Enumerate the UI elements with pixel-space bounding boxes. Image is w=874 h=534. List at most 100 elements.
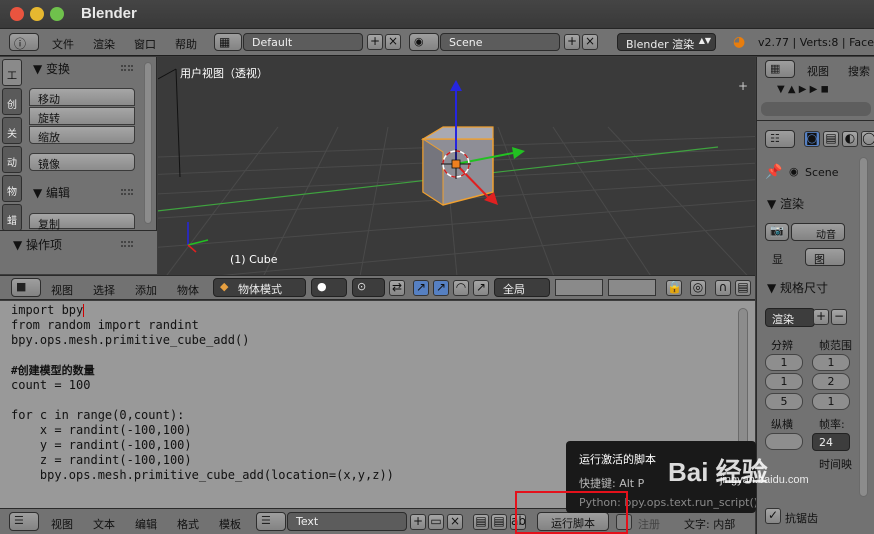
menu-format[interactable]: 格式 (177, 516, 199, 532)
tab-tools[interactable]: 工 (2, 59, 22, 86)
code-block[interactable]: import bpy from random import randint bp… (11, 303, 394, 483)
remove-scene-icon[interactable]: × (582, 34, 598, 50)
screen-layout-field[interactable]: Default (243, 33, 363, 51)
pivot-point-select[interactable]: ⊙ (352, 278, 385, 297)
scene-field[interactable]: Scene (440, 33, 560, 51)
render-image-button[interactable]: 📷 (765, 223, 789, 241)
render-tab-icon[interactable]: ◙ (804, 131, 820, 147)
move-button[interactable]: 移动 (29, 88, 135, 106)
viewport-shading-select[interactable]: ● (311, 278, 347, 297)
3d-viewport[interactable]: 用户视图（透视） (1) Cube + (158, 57, 755, 275)
word-wrap-icon[interactable]: ▤ (491, 514, 507, 530)
proportional-edit-icon[interactable]: ◎ (690, 280, 706, 296)
menu-help[interactable]: 帮助 (175, 36, 197, 52)
render-section-title[interactable]: ▼ 渲染 (767, 195, 804, 212)
render-engine-select[interactable]: Blender 渲染 ▲▼ (617, 33, 716, 51)
text-datablock-selector[interactable]: ☰ (256, 512, 286, 531)
menu-timeline-view[interactable]: 视图 (807, 63, 829, 79)
editor-type-button[interactable]: ⓘ (9, 33, 39, 51)
menu-view[interactable]: 视图 (51, 282, 73, 298)
layer-buttons-2[interactable] (608, 279, 656, 296)
properties-editor-type-button[interactable]: ☷ (765, 130, 795, 148)
menu-edit[interactable]: 编辑 (135, 516, 157, 532)
panel-grip-icon[interactable] (121, 189, 133, 195)
render-animation-button[interactable]: 动音 (791, 223, 845, 241)
frame-step-field[interactable]: 1 (812, 393, 850, 410)
world-tab-icon[interactable]: ◯ (861, 131, 874, 147)
unlink-text-icon[interactable]: × (447, 514, 463, 530)
new-text-icon[interactable]: + (410, 514, 426, 530)
edit-panel-title[interactable]: ▼ 编辑 (33, 184, 70, 201)
menu-render[interactable]: 渲染 (93, 36, 115, 52)
panel-grip-icon[interactable] (121, 241, 133, 247)
scale-manipulator-icon[interactable]: ↗ (473, 280, 489, 296)
display-mode-select[interactable]: 图 (805, 248, 845, 266)
translate-manipulator-icon[interactable]: ↗ (413, 280, 429, 296)
lock-layers-icon[interactable]: 🔒 (666, 280, 682, 296)
manipulator-toggle-icon[interactable]: ⇄ (389, 280, 405, 296)
pin-icon[interactable]: 📌 (765, 164, 782, 180)
tab-create[interactable]: 创 (2, 88, 22, 115)
mirror-button[interactable]: 镜像 (29, 153, 135, 171)
resolution-y-field[interactable]: 1 (765, 373, 803, 390)
resolution-x-field[interactable]: 1 (765, 354, 803, 371)
add-layout-icon[interactable]: + (367, 34, 383, 50)
minimize-window-button[interactable] (30, 7, 44, 21)
move-manipulator-icon[interactable]: ↗ (433, 280, 449, 296)
scale-button[interactable]: 缩放 (29, 126, 135, 144)
menu-text-view[interactable]: 视图 (51, 516, 73, 532)
menu-text[interactable]: 文本 (93, 516, 115, 532)
tab-physics[interactable]: 物 (2, 175, 22, 202)
menu-add[interactable]: 添加 (135, 282, 157, 298)
tab-animation[interactable]: 动 (2, 146, 22, 173)
properties-scrollbar[interactable] (859, 157, 868, 497)
aspect-x-field[interactable] (765, 433, 803, 450)
operator-panel-title[interactable]: ▼ 操作项 (13, 236, 62, 253)
menu-search[interactable]: 搜索 (848, 63, 870, 79)
open-text-icon[interactable]: ▭ (428, 514, 444, 530)
frame-end-field[interactable]: 2 (812, 373, 850, 390)
duplicate-button[interactable]: 复制 (29, 213, 135, 231)
rotate-button[interactable]: 旋转 (29, 107, 135, 125)
scene-selector[interactable]: ◉ (409, 33, 439, 51)
transform-orientation-select[interactable]: 全局 (494, 278, 550, 297)
remove-preset-icon[interactable]: − (831, 309, 847, 325)
render-only-icon[interactable]: ▤ (735, 280, 751, 296)
menu-window[interactable]: 窗口 (134, 36, 156, 52)
panel-grip-icon[interactable] (121, 65, 133, 71)
tab-relations[interactable]: 关 (2, 117, 22, 144)
close-window-button[interactable] (10, 7, 24, 21)
menu-file[interactable]: 文件 (52, 36, 74, 52)
resolution-percent-field[interactable]: 5 (765, 393, 803, 410)
layer-buttons-1[interactable] (555, 279, 603, 296)
maximize-window-button[interactable] (50, 7, 64, 21)
timeline-editor-type-button[interactable]: ▦ (765, 60, 795, 78)
snap-icon[interactable]: ∩ (715, 280, 731, 296)
menu-select[interactable]: 选择 (93, 282, 115, 298)
transform-panel-title[interactable]: ▼ 变换 (33, 60, 70, 77)
remove-layout-icon[interactable]: × (385, 34, 401, 50)
viewport-editor-type-button[interactable]: ■ (11, 278, 41, 297)
menu-object[interactable]: 物体 (177, 282, 199, 298)
framerate-select[interactable]: 24 (812, 433, 850, 451)
screen-layout-selector[interactable]: ▦ (214, 33, 242, 51)
menu-templates[interactable]: 模板 (219, 516, 241, 532)
interaction-mode-select[interactable]: ◆ 物体模式 (213, 278, 306, 297)
tool-shelf-scrollbar[interactable] (144, 62, 152, 224)
text-editor-type-button[interactable]: ☰ (9, 512, 39, 531)
rotate-manipulator-icon[interactable]: ◠ (453, 280, 469, 296)
playback-icons[interactable]: ▼ ▲ ▶ ▶ ◼ (777, 84, 829, 95)
text-name-field[interactable]: Text (287, 512, 407, 531)
timeline-scrollbar[interactable] (761, 102, 871, 116)
tab-grease-pencil[interactable]: 蜡 (2, 204, 22, 231)
add-region-icon[interactable]: + (738, 79, 748, 93)
render-preset-select[interactable]: 渲染 (765, 308, 815, 327)
scene-tab-icon[interactable]: ◐ (842, 131, 858, 147)
add-scene-icon[interactable]: + (564, 34, 580, 50)
line-numbers-icon[interactable]: ▤ (473, 514, 489, 530)
dimensions-section-title[interactable]: ▼ 规格尺寸 (767, 279, 828, 296)
add-preset-icon[interactable]: + (813, 309, 829, 325)
frame-start-field[interactable]: 1 (812, 354, 850, 371)
render-layers-tab-icon[interactable]: ▤ (823, 131, 839, 147)
anti-aliasing-checkbox[interactable]: ✓ (765, 508, 781, 524)
